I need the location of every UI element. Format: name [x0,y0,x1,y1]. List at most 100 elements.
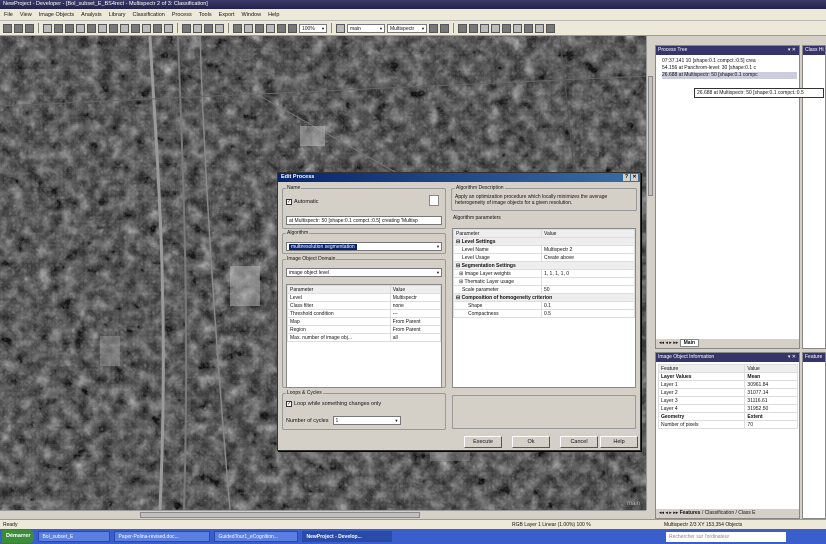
table-row[interactable]: Layer 2 [657,388,746,397]
cell[interactable]: --- [389,309,442,318]
cell[interactable]: none [389,301,442,310]
menu-process[interactable]: Process [172,12,192,18]
new-icon[interactable] [3,23,12,33]
task-item[interactable]: GuidedTour1_eCognition... [214,531,299,542]
table-row[interactable]: Max. number of image obj... [287,333,391,342]
task-item[interactable]: Paper-Polina-revised.doc... [114,531,211,542]
menu-image-objects[interactable]: Image Objects [39,12,74,18]
tool2-icon[interactable] [513,23,522,33]
image-icon[interactable] [54,23,63,33]
cell[interactable]: From Parent [389,317,442,326]
split-icon[interactable] [153,23,162,33]
domain-select[interactable]: image object level [286,268,442,277]
process-item[interactable]: 07:37.141 10 [shape:0.1 compct.:0.5] cre… [662,58,797,65]
table-row[interactable]: Scale parameter [453,285,542,294]
table-row[interactable]: Geometry [657,412,746,421]
help-button[interactable]: Help [600,436,638,448]
table-row[interactable]: Image Layer weights [465,271,511,277]
menu-classification[interactable]: Classification [132,12,164,18]
window1-icon[interactable] [182,23,191,33]
menu-export[interactable]: Export [219,12,235,18]
undo-icon[interactable] [480,23,489,33]
table-row[interactable]: Level Name [453,245,542,254]
section-segmentation-settings[interactable]: Segmentation Settings [462,263,516,269]
zoom-select[interactable]: 100% [299,23,327,33]
ok-button[interactable]: Ok [512,436,550,448]
tab-class-e[interactable]: Class E [738,510,755,516]
menu-analysis[interactable]: Analysis [81,12,101,18]
tool3-icon[interactable] [524,23,533,33]
tab-classification[interactable]: Classification [705,510,734,516]
save-icon[interactable] [25,23,34,33]
close-icon[interactable]: ▾ ✕ [788,46,796,55]
level-select[interactable]: Multispectr [387,23,427,33]
table-row[interactable]: Class filter [287,301,391,310]
grid2-icon[interactable] [109,23,118,33]
zoom-area-icon[interactable] [244,23,253,33]
horizontal-scrollbar[interactable] [0,510,646,519]
cursor-icon[interactable] [233,23,242,33]
col-header[interactable]: Value [744,364,798,373]
table-row[interactable]: Level [287,293,391,302]
table-row[interactable]: Number of pixels [657,420,746,429]
zoom-out-icon[interactable] [277,23,286,33]
down-icon[interactable] [429,23,438,33]
execute-button[interactable]: Execute [464,436,502,448]
table-row[interactable]: Thematic Layer usage [465,279,514,285]
cell[interactable]: 50 [541,285,635,294]
cell[interactable]: Multispectr [389,293,442,302]
up-icon[interactable] [440,23,449,33]
menu-window[interactable]: Window [242,12,262,18]
tool4-icon[interactable] [535,23,544,33]
tab-features[interactable]: Features [680,510,701,516]
cell[interactable]: From Parent [389,325,442,334]
zoom-fit-icon[interactable] [266,23,275,33]
table-row[interactable]: Layer Values [657,372,746,381]
table-row[interactable]: Layer 4 [657,404,746,413]
table-row[interactable]: Map [287,317,391,326]
menu-help[interactable]: Help [268,12,279,18]
table-row[interactable]: Shape [453,301,542,310]
menu-view[interactable]: View [20,12,32,18]
cell[interactable]: 0.1 [541,301,635,310]
vertical-scrollbar[interactable] [646,36,654,510]
tab-main[interactable]: Main [679,339,700,347]
tool-icon[interactable] [502,23,511,33]
cancel-button[interactable]: Cancel [560,436,598,448]
table-row[interactable]: Region [287,325,391,334]
window4-icon[interactable] [215,23,224,33]
table-row[interactable]: Level Usage [453,253,542,262]
col-header[interactable]: Feature [657,364,746,373]
cell[interactable]: 1, 1, 1, 1, 0 [541,269,635,278]
layer-icon[interactable] [43,23,52,33]
help-icon[interactable]: ? [623,174,630,181]
merge-icon[interactable] [164,23,173,33]
start-button[interactable]: Démarrer [2,530,35,543]
grid-icon[interactable] [98,23,107,33]
table-row[interactable]: Compactness [453,309,542,318]
search-input[interactable]: Rechercher sur l'ordinateur [666,531,786,542]
name-field[interactable]: at Multispectr: 50 [shape:0.1 compct.:0.… [286,216,442,225]
menu-library[interactable]: Library [109,12,126,18]
open-icon[interactable] [14,23,23,33]
zoom-in-icon[interactable] [288,23,297,33]
window2-icon[interactable] [193,23,202,33]
table-row[interactable]: Layer 3 [657,396,746,405]
section-level-settings[interactable]: Level Settings [462,239,496,245]
redo-icon[interactable] [491,23,500,33]
arrow-icon[interactable] [87,23,96,33]
object-icon[interactable] [65,23,74,33]
menu-tools[interactable]: Tools [199,12,212,18]
paint-icon[interactable] [131,23,140,33]
automatic-checkbox[interactable]: ✓ [286,199,292,205]
cell[interactable]: Multispectr 2 [541,245,635,254]
map-select[interactable]: main [347,23,385,33]
cell[interactable]: all [389,333,442,342]
table-row[interactable]: Threshold condition [287,309,391,318]
table-row[interactable]: Layer 1 [657,380,746,389]
view-icon[interactable] [76,23,85,33]
cell[interactable] [541,277,635,286]
menu-file[interactable]: File [4,12,13,18]
tool5-icon[interactable] [546,23,555,33]
cycles-select[interactable]: 1 [332,416,401,425]
